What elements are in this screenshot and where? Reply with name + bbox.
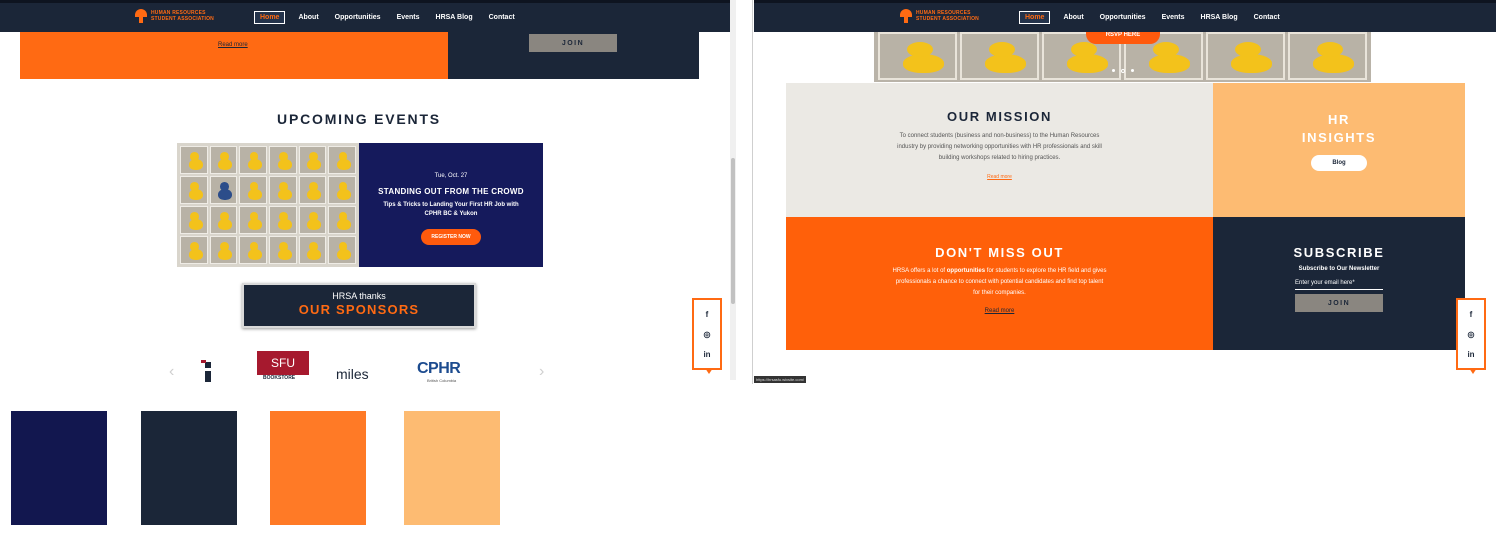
nav-opportunities[interactable]: Opportunities: [1097, 12, 1149, 23]
nav-home[interactable]: Home: [254, 11, 286, 24]
insights-panel: HR INSIGHTS Blog: [1213, 83, 1465, 217]
instagram-icon[interactable]: ◎: [1468, 330, 1475, 339]
linkedin-icon[interactable]: in: [1467, 350, 1474, 359]
left-page: Read more JOIN Human Resources Student A…: [0, 0, 738, 400]
carousel-next-arrow[interactable]: ›: [539, 363, 544, 381]
hero-slider-dots[interactable]: [1112, 69, 1134, 73]
register-now-button[interactable]: REGISTER NOW: [421, 229, 481, 245]
right-social-bar: f ◎ in: [1456, 298, 1486, 374]
facebook-icon[interactable]: f: [706, 310, 709, 319]
logo-text-right: Human Resources Student Association: [916, 10, 979, 22]
linkedin-icon[interactable]: in: [703, 350, 710, 359]
sponsors-box: HRSA thanks OUR SPONSORS: [242, 283, 476, 328]
dontmiss-read-more[interactable]: Read more: [985, 308, 1015, 314]
nav-menu: Home About Opportunities Events HRSA Blo…: [254, 11, 518, 24]
read-more-link[interactable]: Read more: [218, 42, 248, 48]
cphr-logo[interactable]: CPHR British Columbia: [417, 360, 477, 384]
dontmiss-text: HRSA offers a lot of opportunities for s…: [892, 268, 1107, 296]
sfu-bookstore-logo[interactable]: SFU BOOKSTORE: [257, 351, 309, 383]
nav-home[interactable]: Home: [1019, 11, 1051, 24]
nav-menu-right: Home About Opportunities Events HRSA Blo…: [1019, 11, 1283, 24]
mission-read-more[interactable]: Read more: [987, 174, 1012, 180]
left-social-bar: f ◎ in: [692, 298, 722, 374]
logo[interactable]: Human Resources Student Association: [135, 9, 221, 23]
nav-contact[interactable]: Contact: [486, 12, 518, 23]
mission-panel: OUR MISSION To connect students (busines…: [786, 83, 1213, 217]
subscribe-join-button[interactable]: JOIN: [1295, 294, 1383, 312]
dontmiss-title: DON'T MISS OUT: [935, 245, 1064, 260]
nav-events[interactable]: Events: [394, 12, 423, 23]
palette-swatch-navy: [11, 411, 107, 525]
nav-about[interactable]: About: [295, 12, 321, 23]
left-scrollbar[interactable]: [730, 0, 736, 380]
logo-right[interactable]: Human Resources Student Association: [900, 9, 986, 23]
mission-title: OUR MISSION: [947, 109, 1052, 124]
event-date: Tue, Oct. 27: [434, 173, 468, 179]
nav-blog[interactable]: HRSA Blog: [433, 12, 476, 23]
sponsors-line1: HRSA thanks: [332, 291, 386, 301]
lighthouse-logo[interactable]: [200, 358, 216, 384]
palette-swatch-peach: [404, 411, 500, 525]
logo-text: Human Resources Student Association: [151, 10, 214, 22]
mission-text: To connect students (business and non-bu…: [897, 133, 1102, 161]
event-subtitle: Tips & Tricks to Landing Your First HR J…: [383, 202, 519, 217]
nav-about[interactable]: About: [1060, 12, 1086, 23]
subscribe-panel: SUBSCRIBE Subscribe to Our Newsletter En…: [1213, 217, 1465, 350]
logo-icon: [135, 9, 147, 23]
blog-button[interactable]: Blog: [1311, 155, 1367, 171]
right-page: RSVP HERE Human Resources Student Associ…: [754, 0, 1496, 384]
event-info: Tue, Oct. 27 STANDING OUT FROM THE CROWD…: [359, 143, 543, 267]
upcoming-events-title: UPCOMING EVENTS: [277, 111, 441, 127]
nav-blog[interactable]: HRSA Blog: [1198, 12, 1241, 23]
rsvp-button[interactable]: RSVP HERE: [1086, 30, 1160, 44]
navbar: Human Resources Student Association Home…: [0, 0, 730, 32]
instagram-icon[interactable]: ◎: [704, 330, 711, 339]
nav-contact[interactable]: Contact: [1251, 12, 1283, 23]
subscribe-subtitle: Subscribe to Our Newsletter: [1298, 266, 1380, 272]
subscribe-title: SUBSCRIBE: [1293, 245, 1385, 260]
event-image: [177, 143, 359, 267]
dontmiss-panel: DON'T MISS OUT HRSA offers a lot of oppo…: [786, 217, 1213, 350]
navbar-right: Human Resources Student Association Home…: [754, 0, 1496, 32]
email-input[interactable]: Enter your email here*: [1295, 280, 1383, 290]
join-button[interactable]: JOIN: [529, 34, 617, 52]
left-orange-band: [20, 30, 448, 79]
nav-opportunities[interactable]: Opportunities: [332, 12, 384, 23]
miles-logo[interactable]: miles: [336, 366, 369, 382]
facebook-icon[interactable]: f: [1470, 310, 1473, 319]
event-title: STANDING OUT FROM THE CROWD: [378, 187, 524, 196]
status-url-tooltip: https://hrsasfu.wixsite.com/: [754, 376, 807, 383]
left-scroll-thumb[interactable]: [731, 158, 735, 304]
insights-title: HR INSIGHTS: [1301, 112, 1377, 145]
sponsors-line2: OUR SPONSORS: [298, 302, 420, 317]
palette-swatch-darkblue: [141, 411, 237, 525]
logo-icon-right: [900, 9, 912, 23]
palette-swatch-orange: [270, 411, 366, 525]
nav-events[interactable]: Events: [1159, 12, 1188, 23]
carousel-prev-arrow[interactable]: ‹: [169, 363, 174, 381]
screenshot-divider: [752, 0, 753, 384]
event-card[interactable]: Tue, Oct. 27 STANDING OUT FROM THE CROWD…: [177, 143, 543, 267]
